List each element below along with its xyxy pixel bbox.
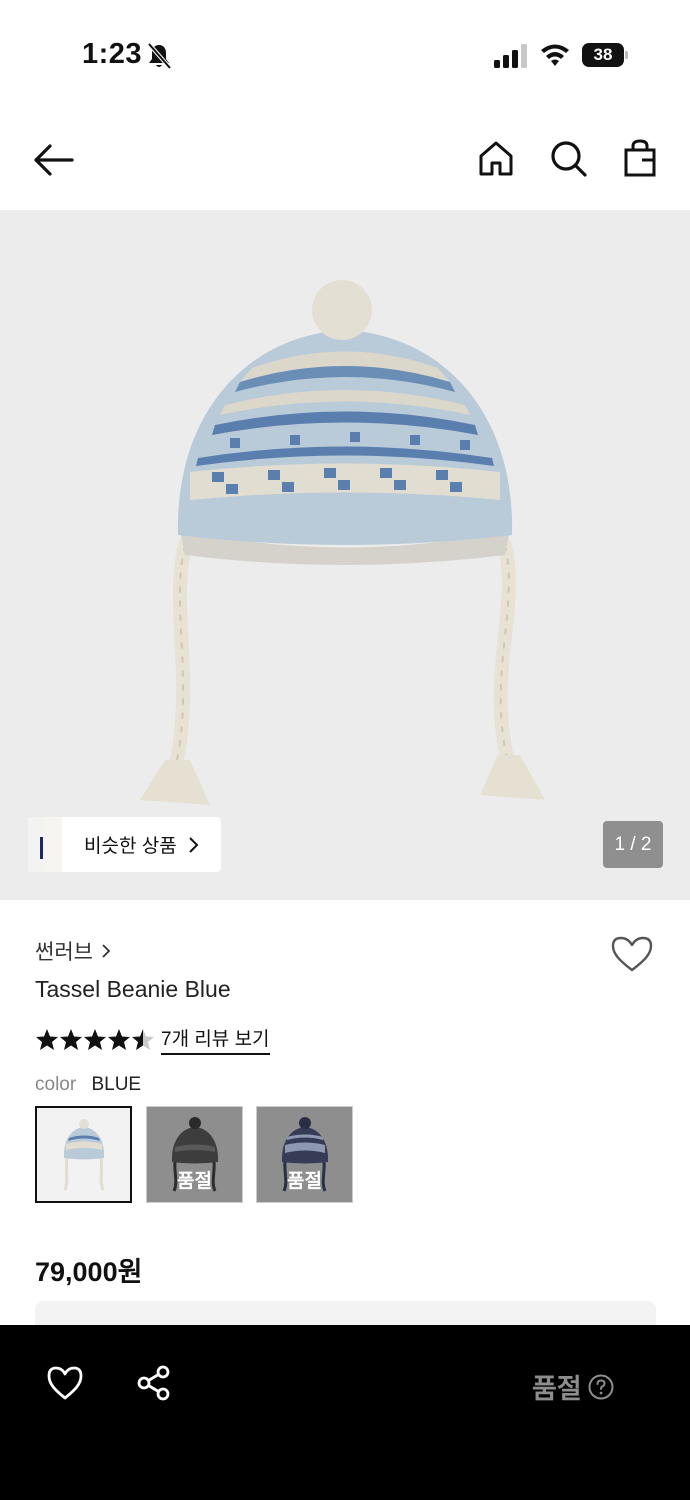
brand-link[interactable]: 썬러브 xyxy=(35,936,111,966)
color-swatch-charcoal[interactable]: 품절 xyxy=(146,1106,243,1203)
brand-name: 썬러브 xyxy=(35,941,93,964)
similar-products-label: 비슷한 상품 xyxy=(84,836,177,857)
similar-product-thumbnail xyxy=(28,817,62,872)
bell-slash-icon xyxy=(147,42,172,70)
star-icon xyxy=(36,1028,58,1050)
color-value: BLUE xyxy=(91,1074,142,1095)
star-icon xyxy=(108,1028,130,1050)
product-price: 79,000원 xyxy=(35,1257,143,1287)
beanie-photo xyxy=(140,280,545,805)
wifi-icon xyxy=(541,44,569,66)
top-nav xyxy=(0,110,690,210)
chevron-right-icon xyxy=(102,944,111,958)
product-title: Tassel Beanie Blue xyxy=(35,976,231,1002)
shopping-bag-icon[interactable] xyxy=(620,138,660,178)
review-link[interactable]: 7개 리뷰 보기 xyxy=(161,1024,270,1055)
sold-out-label: 품절 xyxy=(287,1171,322,1192)
star-icon xyxy=(84,1028,106,1050)
status-time: 1:23 xyxy=(82,38,143,70)
sold-out-button-label: 품절 xyxy=(532,1374,582,1404)
color-swatch-blue[interactable] xyxy=(35,1106,132,1203)
rating-row: 7개 리뷰 보기 xyxy=(35,1024,270,1055)
battery-indicator: 38 xyxy=(582,43,628,67)
status-bar: 1:23 38 xyxy=(0,0,690,110)
cellular-signal-icon xyxy=(494,44,527,68)
sold-out-label: 품절 xyxy=(177,1171,212,1192)
wishlist-heart-icon[interactable] xyxy=(610,934,654,974)
share-icon[interactable] xyxy=(136,1365,172,1401)
question-circle-icon[interactable] xyxy=(588,1374,614,1400)
beanie-thumbnail xyxy=(63,1119,105,1191)
chevron-right-icon xyxy=(188,836,199,853)
search-icon[interactable] xyxy=(548,138,588,178)
star-half-icon xyxy=(132,1028,154,1050)
color-swatch-navy[interactable]: 품절 xyxy=(256,1106,353,1203)
arrow-left-icon[interactable] xyxy=(32,138,76,182)
star-icon xyxy=(60,1028,82,1050)
image-page-indicator: 1 / 2 xyxy=(603,821,663,868)
home-icon[interactable] xyxy=(476,138,516,178)
similar-products-button[interactable]: 비슷한 상품 xyxy=(28,817,221,872)
heart-icon[interactable] xyxy=(46,1365,84,1401)
sold-out-button[interactable]: 품절 xyxy=(532,1367,614,1406)
battery-level: 38 xyxy=(593,45,613,64)
color-label: color xyxy=(35,1074,77,1095)
rating-stars xyxy=(36,1028,154,1050)
bottom-action-bar: 품절 xyxy=(0,1325,690,1500)
product-image-gallery[interactable]: 비슷한 상품 1 / 2 xyxy=(0,210,690,900)
color-row: color BLUE xyxy=(35,1074,141,1096)
